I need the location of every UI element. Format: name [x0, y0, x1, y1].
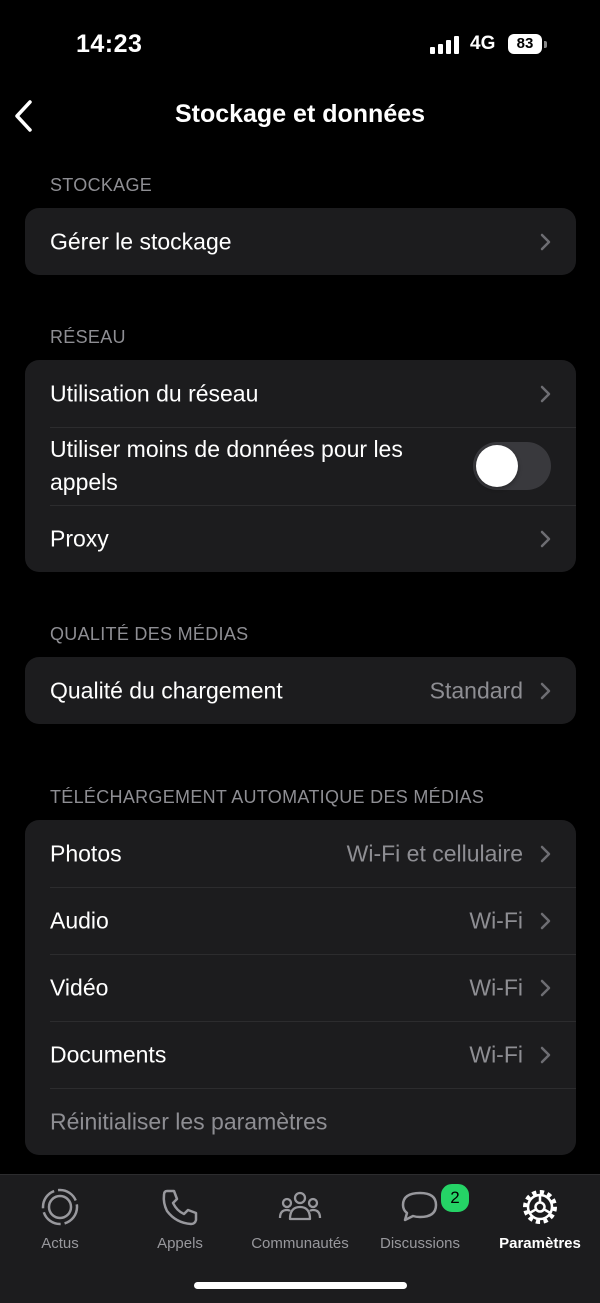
section-header-auto-download: TÉLÉCHARGEMENT AUTOMATIQUE DES MÉDIAS — [50, 787, 485, 807]
section-header-storage: STOCKAGE — [50, 175, 153, 195]
communities-icon — [278, 1191, 322, 1221]
status-time: 14:23 — [76, 30, 143, 58]
row-label: Vidéo — [50, 974, 109, 1000]
reset-settings-button: Réinitialiser les paramètres — [50, 1108, 328, 1134]
chevron-right-icon — [540, 1046, 551, 1063]
media-quality-card: Qualité du chargement Standard — [25, 657, 576, 724]
tab-updates[interactable]: Actus — [0, 1185, 120, 1252]
phone-icon — [162, 1189, 198, 1226]
unread-badge: 2 — [438, 1181, 472, 1215]
home-indicator — [194, 1282, 407, 1289]
chevron-right-icon — [540, 979, 551, 996]
reset-settings-row[interactable]: Réinitialiser les paramètres — [25, 1088, 576, 1155]
row-value: Standard — [429, 677, 523, 703]
settings-gear-icon — [523, 1190, 557, 1224]
documents-row[interactable]: Documents Wi-Fi — [25, 1021, 576, 1088]
tab-label: Actus — [41, 1235, 79, 1252]
row-value: Wi-Fi et cellulaire — [346, 840, 523, 866]
toggle-knob — [476, 445, 518, 487]
tab-communities[interactable]: Communautés — [240, 1185, 360, 1252]
row-label: Qualité du chargement — [50, 677, 283, 703]
chevron-right-icon — [540, 233, 551, 250]
chats-icon — [401, 1191, 438, 1222]
row-label: Utilisation du réseau — [50, 380, 259, 406]
section-header-media-quality: QUALITÉ DES MÉDIAS — [50, 624, 249, 644]
cellular-signal-icon — [430, 36, 462, 54]
photos-row[interactable]: Photos Wi-Fi et cellulaire — [25, 820, 576, 887]
row-value: Wi-Fi — [469, 907, 523, 933]
row-value: Wi-Fi — [469, 974, 523, 1000]
network-usage-row[interactable]: Utilisation du réseau — [25, 360, 576, 427]
low-data-calls-row: Utiliser moins de données pour les appel… — [25, 427, 576, 505]
proxy-row[interactable]: Proxy — [25, 505, 576, 572]
row-label: Photos — [50, 840, 122, 866]
row-label: Audio — [50, 907, 109, 933]
tab-calls[interactable]: Appels — [120, 1185, 240, 1252]
tab-settings[interactable]: Paramètres — [480, 1185, 600, 1252]
auto-download-card: Photos Wi-Fi et cellulaire Audio Wi-Fi V… — [25, 820, 576, 1155]
upload-quality-row[interactable]: Qualité du chargement Standard — [25, 657, 576, 724]
manage-storage-row[interactable]: Gérer le stockage — [25, 208, 576, 275]
chevron-right-icon — [540, 845, 551, 862]
chevron-right-icon — [540, 912, 551, 929]
tab-label: Discussions — [379, 1235, 461, 1252]
navigation-bar: Stockage et données — [0, 90, 600, 150]
chevron-right-icon — [540, 682, 551, 699]
updates-icon — [41, 1188, 79, 1226]
battery-tip — [544, 41, 547, 48]
battery-icon: 83 — [508, 34, 542, 54]
row-label: Utiliser moins de données pour les appel… — [50, 436, 403, 495]
chevron-right-icon — [540, 385, 551, 402]
network-card: Utilisation du réseau Utiliser moins de … — [25, 360, 576, 572]
tab-chats[interactable]: 2 Discussions — [360, 1181, 480, 1252]
tab-label: Paramètres — [499, 1235, 581, 1252]
status-bar: 14:23 4G 83 — [0, 0, 600, 90]
storage-card: Gérer le stockage — [25, 208, 576, 275]
tab-label: Communautés — [251, 1235, 349, 1252]
page-title: Stockage et données — [174, 100, 426, 128]
row-label: Documents — [50, 1041, 167, 1067]
row-label: Gérer le stockage — [50, 228, 232, 254]
audio-row[interactable]: Audio Wi-Fi — [25, 887, 576, 954]
tab-label: Appels — [157, 1235, 203, 1252]
section-header-network: RÉSEAU — [50, 327, 126, 347]
row-label: Proxy — [50, 525, 109, 551]
row-value: Wi-Fi — [469, 1041, 523, 1067]
low-data-calls-toggle[interactable] — [473, 442, 551, 490]
chevron-right-icon — [540, 530, 551, 547]
video-row[interactable]: Vidéo Wi-Fi — [25, 954, 576, 1021]
network-type: 4G — [470, 33, 496, 54]
